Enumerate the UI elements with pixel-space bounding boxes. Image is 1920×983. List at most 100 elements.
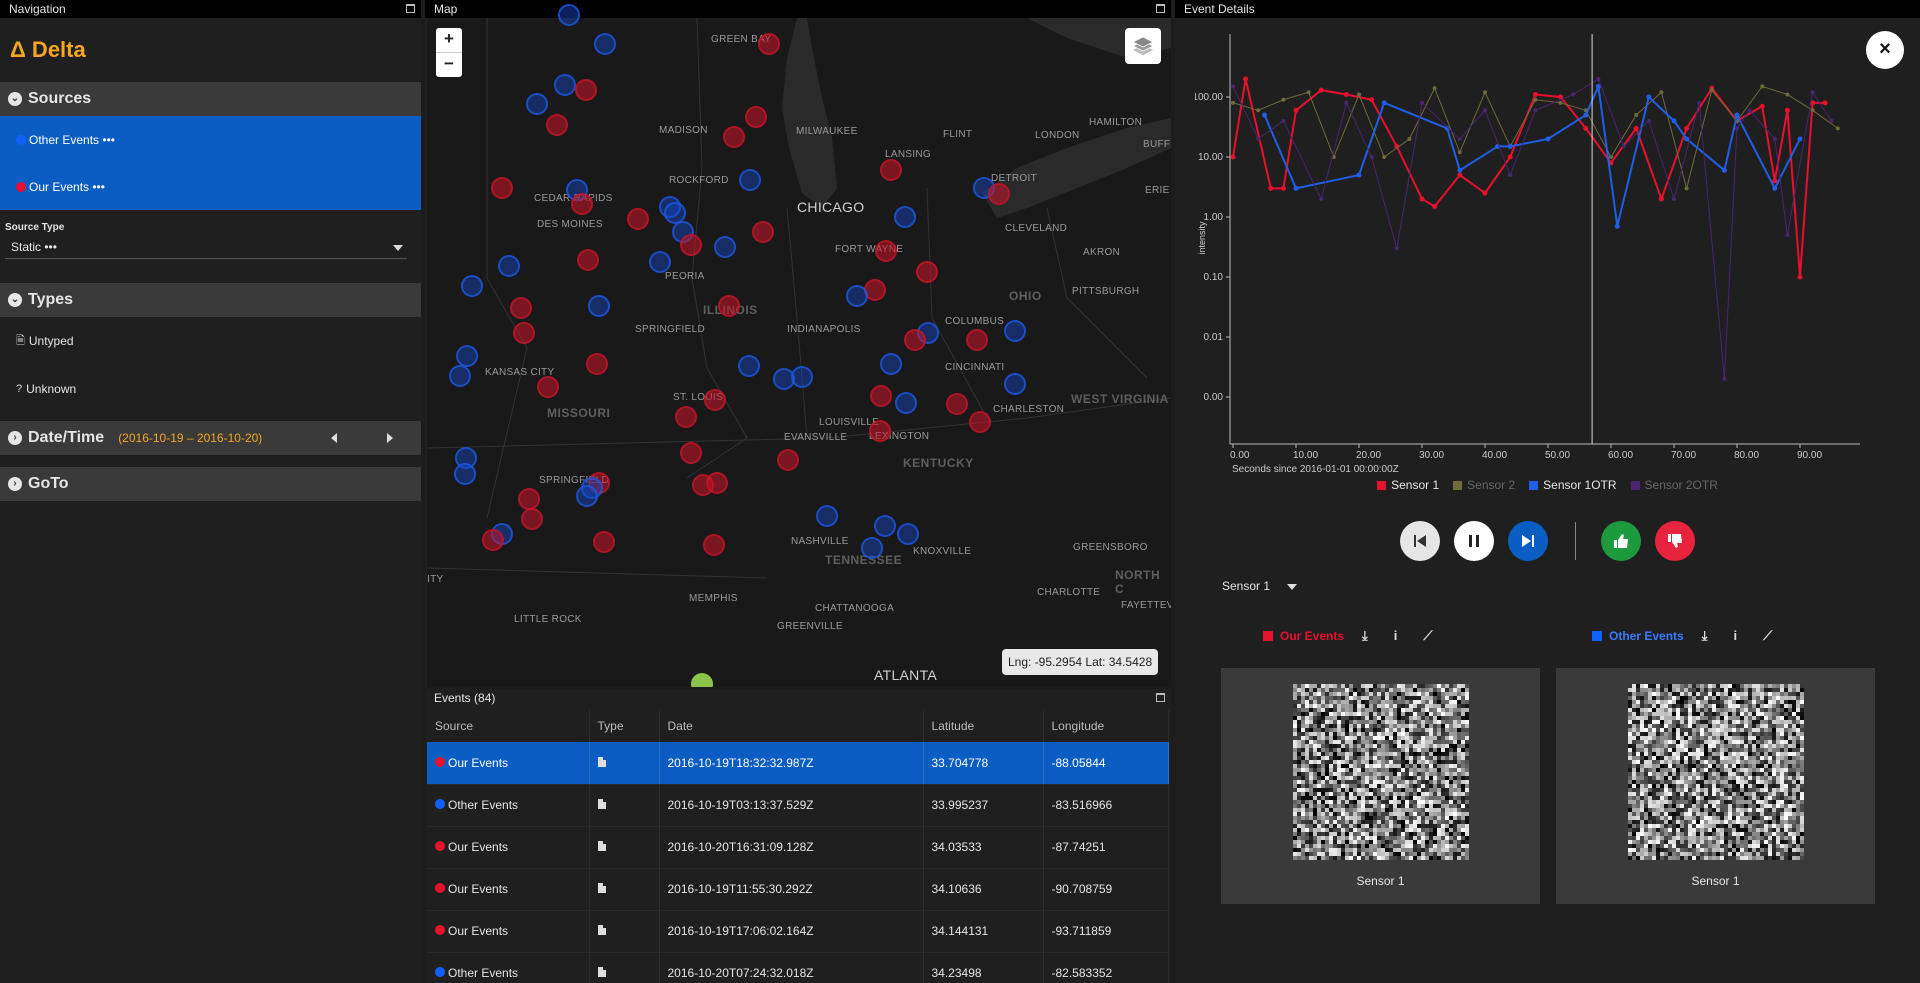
source-type-select[interactable]: Static ••• [5,237,407,259]
other-event-marker[interactable] [714,236,736,258]
step-forward-button[interactable] [1508,521,1548,561]
maximize-icon[interactable] [1156,693,1165,702]
maximize-icon[interactable] [406,4,415,13]
our-event-marker[interactable] [745,106,767,128]
other-event-marker[interactable] [454,463,476,485]
zoom-in-button[interactable]: + [436,28,462,52]
other-event-marker[interactable] [588,295,610,317]
pause-button[interactable] [1454,521,1494,561]
other-event-marker[interactable] [456,345,478,367]
info-icon[interactable]: i [1394,628,1398,644]
our-event-marker[interactable] [758,33,780,55]
other-event-marker[interactable] [846,285,868,307]
info-icon[interactable]: i [1733,628,1737,644]
other-event-marker[interactable] [449,365,471,387]
our-event-marker[interactable] [521,508,543,530]
type-item-untyped[interactable]: 🗎 Untyped [0,317,421,365]
other-event-marker[interactable] [816,505,838,527]
zoom-out-button[interactable]: − [436,53,462,77]
app-brand[interactable]: Δ Delta [0,18,421,82]
our-event-marker[interactable] [718,295,740,317]
our-event-marker[interactable] [482,529,504,551]
other-event-marker[interactable] [738,355,760,377]
our-event-marker[interactable] [723,126,745,148]
other-event-marker[interactable] [894,206,916,228]
sensor-select[interactable]: Sensor 1 [1222,579,1298,593]
our-event-marker[interactable] [752,221,774,243]
other-event-marker[interactable] [594,33,616,55]
our-event-marker[interactable] [593,531,615,553]
layers-button[interactable] [1125,28,1161,64]
column-header-source[interactable]: Source [427,710,590,742]
download-icon[interactable]: ⤓ [1702,628,1708,644]
other-event-marker[interactable] [1004,373,1026,395]
table-row[interactable]: Other Events 2016-10-20T07:24:32.018Z 34.2… [427,952,1169,983]
other-event-marker[interactable] [874,515,896,537]
type-item-unknown[interactable]: ? Unknown [0,365,421,413]
other-event-marker[interactable] [880,353,902,375]
other-event-marker[interactable] [773,368,795,390]
our-event-marker[interactable] [706,472,728,494]
our-event-marker[interactable] [704,389,726,411]
our-event-marker[interactable] [546,114,568,136]
thumbs-down-button[interactable] [1655,521,1695,561]
our-event-marker[interactable] [577,249,599,271]
thumbs-up-button[interactable] [1601,521,1641,561]
other-event-marker[interactable] [895,392,917,414]
our-event-marker[interactable] [988,183,1010,205]
our-event-marker[interactable] [586,353,608,375]
our-event-marker[interactable] [571,193,593,215]
legend-item[interactable]: Sensor 2 [1453,478,1515,492]
our-event-marker[interactable] [777,449,799,471]
download-icon[interactable]: ⤓ [1362,628,1368,644]
our-event-marker[interactable] [880,159,902,181]
map-canvas[interactable]: GREEN BAY MADISON MILWAUKEE FLINT HAMILT… [427,4,1171,687]
next-day-icon[interactable] [387,433,393,443]
our-event-marker[interactable] [916,261,938,283]
our-event-marker[interactable] [904,329,926,351]
maximize-icon[interactable] [1156,4,1165,13]
our-event-marker[interactable] [491,177,513,199]
other-event-marker[interactable] [554,74,576,96]
column-header-date[interactable]: Date [659,710,924,742]
table-row[interactable]: Our Events 2016-10-19T11:55:30.292Z 34.106… [427,868,1169,911]
table-row[interactable]: Our Events 2016-10-19T18:32:32.987Z 33.704… [427,742,1169,785]
sources-section-header[interactable]: ⌄ Sources [0,82,421,116]
chart-icon[interactable]: ⟋ [1763,628,1772,644]
other-event-marker[interactable] [861,537,883,559]
source-item-other-events[interactable]: Other Events ••• [0,116,421,163]
datetime-section-header[interactable]: › Date/Time (2016-10-19 – 2016-10-20) [0,421,421,455]
step-back-button[interactable] [1400,521,1440,561]
sensor-image-card[interactable]: Sensor 1 [1221,668,1540,904]
table-row[interactable]: Our Events 2016-10-19T17:06:02.164Z 34.144… [427,910,1169,953]
our-event-marker[interactable] [513,322,535,344]
other-event-marker[interactable] [576,485,598,507]
other-event-marker[interactable] [649,251,671,273]
other-event-marker[interactable] [498,255,520,277]
source-item-our-events[interactable]: Our Events ••• [0,163,421,210]
our-event-marker[interactable] [875,240,897,262]
goto-section-header[interactable]: › GoTo [0,467,421,501]
our-event-marker[interactable] [510,297,532,319]
table-row[interactable]: Other Events 2016-10-19T03:13:37.529Z 33.9… [427,784,1169,827]
sensor-image-card[interactable]: Sensor 1 [1556,668,1875,904]
types-section-header[interactable]: ⌄ Types [0,283,421,317]
other-event-marker[interactable] [739,169,761,191]
our-event-marker[interactable] [703,534,725,556]
other-event-marker[interactable] [897,523,919,545]
legend-item[interactable]: Sensor 2OTR [1630,478,1718,492]
column-header-longitude[interactable]: Longitude [1043,710,1169,742]
legend-item[interactable]: Sensor 1OTR [1529,478,1617,492]
our-event-marker[interactable] [627,208,649,230]
our-event-marker[interactable] [966,329,988,351]
table-row[interactable]: Our Events 2016-10-20T16:31:09.128Z 34.035… [427,826,1169,869]
our-event-marker[interactable] [537,376,559,398]
our-event-marker[interactable] [946,393,968,415]
other-event-marker[interactable] [526,93,548,115]
our-event-marker[interactable] [575,79,597,101]
our-event-marker[interactable] [869,420,891,442]
other-event-marker[interactable] [461,275,483,297]
our-event-marker[interactable] [680,234,702,256]
column-header-latitude[interactable]: Latitude [923,710,1044,742]
our-event-marker[interactable] [680,442,702,464]
